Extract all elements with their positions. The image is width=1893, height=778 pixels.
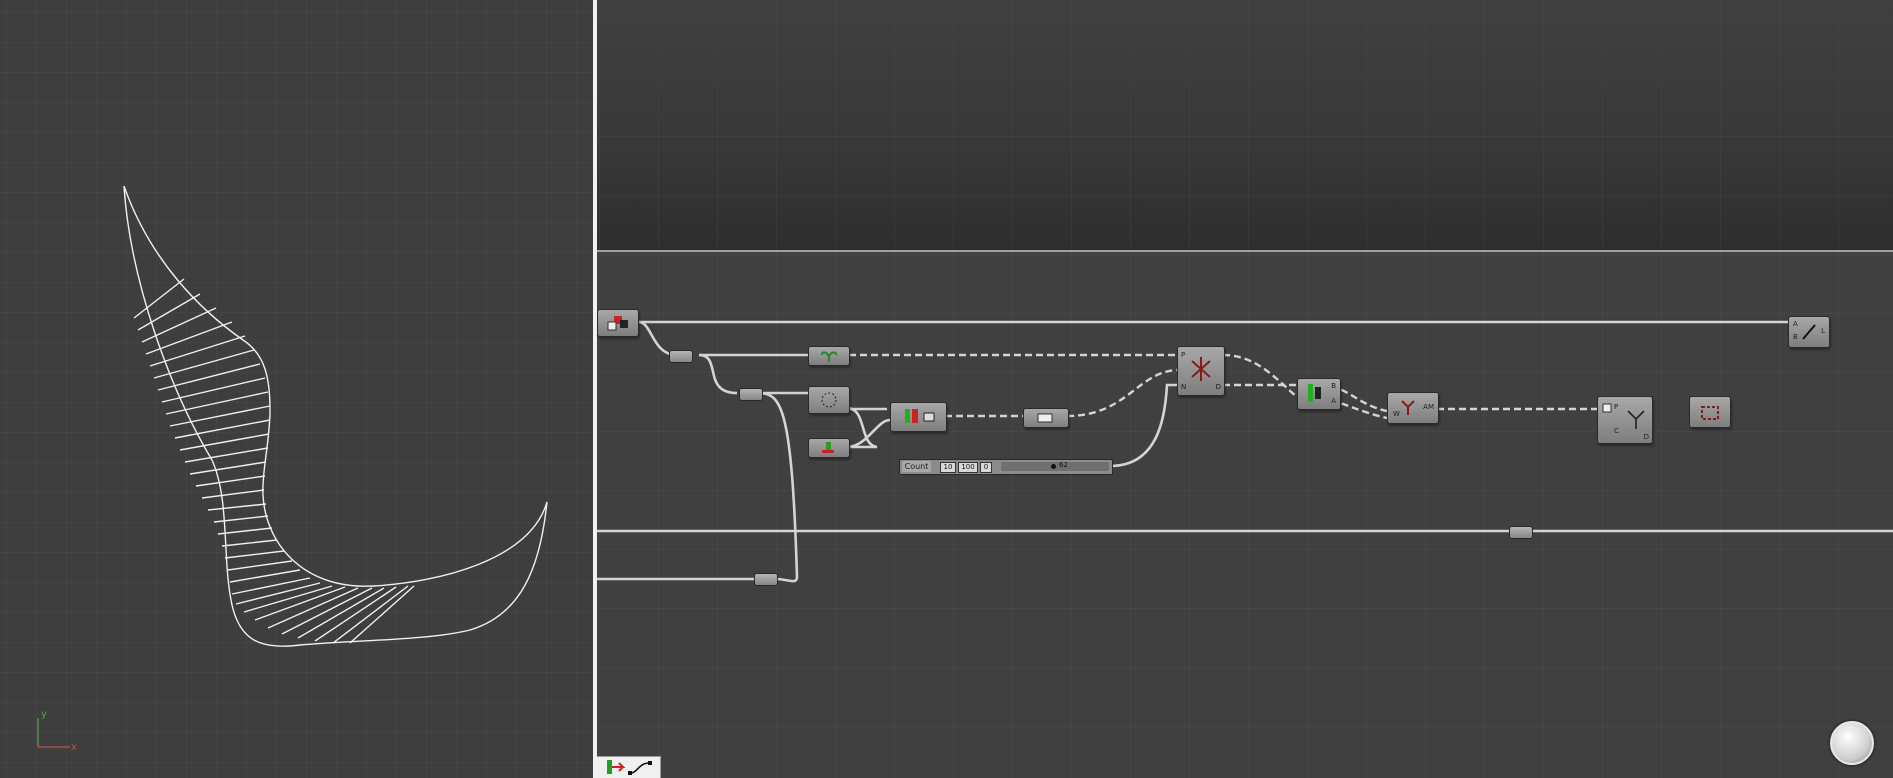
port-b[interactable]: B	[1793, 333, 1798, 341]
list-item-component[interactable]: B A	[1297, 378, 1341, 410]
port-am[interactable]: AM	[1423, 403, 1434, 411]
line-component[interactable]: A B L	[1788, 316, 1830, 348]
toolbar-icons	[607, 760, 652, 775]
relay-3[interactable]	[754, 573, 778, 586]
weave-component[interactable]: W AM	[1387, 392, 1439, 424]
canvas-background	[597, 0, 1893, 778]
slider-step[interactable]: 0	[980, 462, 992, 473]
new-component-icon[interactable]	[607, 760, 626, 774]
port-a[interactable]: A	[1793, 320, 1798, 328]
port-p[interactable]: P	[1181, 351, 1185, 359]
port-w[interactable]: W	[1393, 410, 1400, 418]
port-d[interactable]: D	[1216, 383, 1221, 391]
relay-1[interactable]	[669, 350, 693, 363]
relay-2[interactable]	[739, 388, 763, 401]
port-n[interactable]: N	[1181, 383, 1186, 391]
slider-max[interactable]: 100	[958, 462, 978, 473]
grasshopper-canvas[interactable]: P N D B A W AM P C D A B L Count 10 100 …	[597, 0, 1893, 778]
interpolate-curve-component[interactable]: P C D	[1597, 396, 1653, 444]
length-component[interactable]	[808, 438, 850, 458]
port-l[interactable]: L	[1821, 327, 1825, 335]
slider-grip[interactable]	[1051, 464, 1056, 469]
wire-tool-icon[interactable]	[628, 761, 652, 775]
panel-component[interactable]	[1023, 408, 1069, 428]
count-number-slider[interactable]: Count 10 100 0 62	[899, 459, 1113, 475]
rhino-viewport[interactable]: y x	[0, 0, 593, 778]
relay-4[interactable]	[1509, 526, 1533, 539]
boundary-surface-component[interactable]	[1689, 396, 1731, 428]
navigation-dial[interactable]	[1830, 721, 1874, 765]
bottom-toolbar	[597, 756, 661, 778]
shift-list-component[interactable]	[808, 346, 850, 366]
axis-x-label: x	[71, 742, 77, 753]
viewport-grid: y x	[0, 0, 593, 778]
slider-min[interactable]: 10	[940, 462, 956, 473]
slider-label: Count	[902, 461, 931, 472]
series-component[interactable]	[890, 402, 947, 432]
port-c[interactable]: C	[1614, 427, 1619, 435]
slider-value: 62	[1059, 461, 1068, 469]
dash-pattern-component[interactable]: P N D	[1177, 346, 1225, 396]
geometry-param-component[interactable]	[597, 309, 639, 337]
slider-track[interactable]: 62	[1001, 461, 1109, 471]
port-p[interactable]: P	[1614, 403, 1618, 411]
divide-curve-component[interactable]	[808, 386, 850, 414]
axis-y-label: y	[41, 709, 47, 720]
port-d[interactable]: D	[1644, 433, 1649, 441]
port-a[interactable]: A	[1331, 397, 1336, 405]
port-b[interactable]: B	[1331, 382, 1336, 390]
